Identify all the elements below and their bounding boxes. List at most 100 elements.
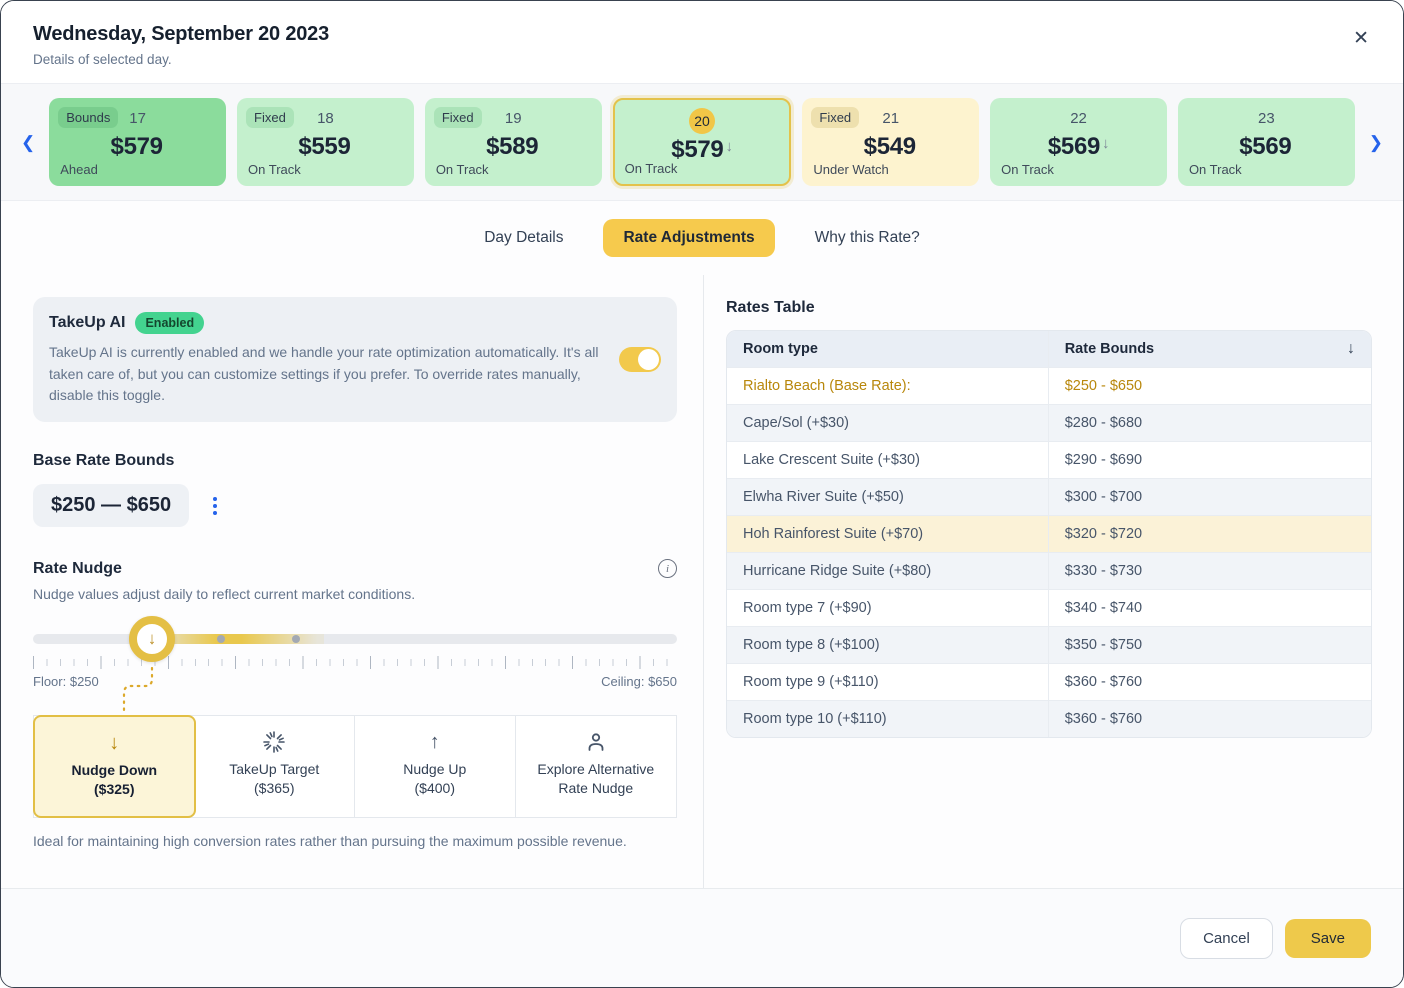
takeup-ai-description: TakeUp AI is currently enabled and we ha…: [49, 342, 605, 407]
day-card-19[interactable]: Fixed 19 $589 On Track: [425, 98, 602, 186]
table-row[interactable]: Cape/Sol (+$30) $280 - $680: [727, 404, 1371, 441]
close-icon[interactable]: ✕: [1345, 23, 1377, 54]
table-row[interactable]: Rialto Beach (Base Rate): $250 - $650: [727, 367, 1371, 404]
rate-bounds-cell: $290 - $690: [1048, 442, 1371, 478]
takeup-ai-panel: TakeUp AI Enabled TakeUp AI is currently…: [33, 297, 677, 422]
table-row[interactable]: Room type 8 (+$100) $350 - $750: [727, 626, 1371, 663]
ceiling-label: Ceiling: $650: [601, 674, 677, 689]
room-type-cell: Cape/Sol (+$30): [727, 405, 1048, 441]
option-label: Nudge Up: [363, 761, 507, 777]
day-price: $579: [60, 133, 215, 161]
rate-bounds-cell: $340 - $740: [1048, 590, 1371, 626]
day-card-18[interactable]: Fixed 18 $559 On Track: [237, 98, 414, 186]
rate-bounds-cell: $350 - $750: [1048, 627, 1371, 663]
status-badge: On Track: [625, 161, 678, 176]
modal-footer: Cancel Save: [1, 888, 1403, 987]
save-button[interactable]: Save: [1285, 919, 1371, 958]
room-type-cell: Rialto Beach (Base Rate):: [727, 368, 1048, 404]
day-card-23[interactable]: 23 $569 On Track: [1178, 98, 1355, 186]
price-value: $569: [1239, 133, 1291, 160]
trend-down-icon: ↓: [1102, 135, 1109, 152]
column-header-room-type[interactable]: Room type: [727, 331, 1048, 367]
toggle-knob: [638, 349, 659, 370]
tab-rate-adjustments[interactable]: Rate Adjustments: [603, 219, 774, 257]
arrow-up-icon: ↑: [363, 729, 507, 755]
rates-table-heading: Rates Table: [726, 299, 1372, 317]
room-type-cell: Room type 7 (+$90): [727, 590, 1048, 626]
table-row[interactable]: Room type 9 (+$110) $360 - $760: [727, 663, 1371, 700]
chevron-right-icon[interactable]: ❯: [1363, 128, 1389, 157]
person-icon: [524, 729, 669, 755]
day-card-21[interactable]: Fixed 21 $549 Under Watch: [802, 98, 979, 186]
option-label: TakeUp Target: [203, 761, 347, 777]
day-card-list: Bounds 17 $579 Ahead Fixed 18 $559 On Tr…: [49, 98, 1355, 186]
table-row[interactable]: Hurricane Ridge Suite (+$80) $330 - $730: [727, 552, 1371, 589]
option-label: Explore Alternative: [524, 761, 669, 777]
status-badge: On Track: [1189, 162, 1242, 177]
status-badge: On Track: [1001, 162, 1054, 177]
rate-nudge-subtitle: Nudge values adjust daily to reflect cur…: [33, 586, 677, 602]
rate-bounds-cell: $330 - $730: [1048, 553, 1371, 589]
nudge-up-button[interactable]: ↑ Nudge Up ($400): [355, 716, 516, 817]
room-type-cell: Hoh Rainforest Suite (+$70): [727, 516, 1048, 552]
table-row[interactable]: Lake Crescent Suite (+$30) $290 - $690: [727, 441, 1371, 478]
tab-why-this-rate[interactable]: Why this Rate?: [809, 219, 926, 257]
price-value: $569: [1048, 133, 1100, 160]
base-rate-bounds-section: Base Rate Bounds $250 — $650: [33, 452, 677, 527]
option-value: ($365): [203, 780, 347, 796]
room-type-cell: Room type 8 (+$100): [727, 627, 1048, 663]
nudge-caption: Ideal for maintaining high conversion ra…: [33, 833, 677, 849]
rates-table: Room type Rate Bounds ↓ Rialto Beach (Ba…: [726, 330, 1372, 738]
table-row[interactable]: Room type 7 (+$90) $340 - $740: [727, 589, 1371, 626]
table-row-highlighted[interactable]: Hoh Rainforest Suite (+$70) $320 - $720: [727, 515, 1371, 552]
chevron-left-icon[interactable]: ❮: [15, 128, 41, 157]
table-row[interactable]: Elwha River Suite (+$50) $300 - $700: [727, 478, 1371, 515]
nudge-down-button[interactable]: ↓ Nudge Down ($325): [33, 715, 196, 818]
column-header-rate-bounds[interactable]: Rate Bounds ↓: [1048, 331, 1371, 367]
status-badge: Under Watch: [813, 162, 888, 177]
room-type-cell: Lake Crescent Suite (+$30): [727, 442, 1048, 478]
option-value: ($325): [43, 781, 186, 797]
info-icon[interactable]: i: [658, 559, 677, 578]
sparkle-icon: [203, 729, 347, 755]
enabled-badge: Enabled: [135, 312, 204, 334]
table-header-row: Room type Rate Bounds ↓: [727, 331, 1371, 367]
room-type-cell: Room type 9 (+$110): [727, 664, 1048, 700]
table-row[interactable]: Room type 10 (+$110) $360 - $760: [727, 700, 1371, 737]
sort-arrow-down-icon[interactable]: ↓: [1347, 340, 1355, 358]
rate-bounds-cell: $300 - $700: [1048, 479, 1371, 515]
cancel-button[interactable]: Cancel: [1180, 918, 1273, 959]
modal-content: TakeUp AI Enabled TakeUp AI is currently…: [1, 275, 1403, 888]
day-price: $579↓: [625, 136, 780, 164]
takeup-ai-title: TakeUp AI: [49, 314, 125, 332]
day-details-modal: Wednesday, September 20 2023 Details of …: [0, 0, 1404, 988]
rate-bounds-cell: $320 - $720: [1048, 516, 1371, 552]
price-value: $549: [864, 133, 916, 160]
takeup-ai-info: TakeUp AI Enabled TakeUp AI is currently…: [49, 312, 605, 407]
explore-alternative-button[interactable]: Explore Alternative Rate Nudge: [516, 716, 677, 817]
tab-day-details[interactable]: Day Details: [478, 219, 569, 257]
slider-handle-arrow-down-icon[interactable]: ↓: [129, 616, 175, 662]
page-subtitle: Details of selected day.: [33, 52, 1371, 67]
day-card-17[interactable]: Bounds 17 $579 Ahead: [49, 98, 226, 186]
bounds-badge: Bounds: [58, 107, 118, 128]
rate-nudge-heading: Rate Nudge: [33, 560, 122, 578]
slider-track[interactable]: ↓: [33, 634, 677, 644]
tab-bar: Day Details Rate Adjustments Why this Ra…: [1, 201, 1403, 275]
slider-target-dot: [217, 635, 225, 643]
day-card-22[interactable]: 22 $569↓ On Track: [990, 98, 1167, 186]
day-price: $559: [248, 133, 403, 161]
page-title: Wednesday, September 20 2023: [33, 23, 1371, 46]
option-value: ($400): [363, 780, 507, 796]
takeup-ai-toggle[interactable]: [619, 347, 661, 372]
rate-bounds-cell: $360 - $760: [1048, 664, 1371, 700]
price-value: $589: [486, 133, 538, 160]
takeup-target-button[interactable]: TakeUp Target ($365): [195, 716, 356, 817]
day-card-20-selected[interactable]: 20 $579↓ On Track: [613, 98, 792, 186]
base-rate-bounds-value[interactable]: $250 — $650: [33, 484, 189, 527]
price-value: $579: [671, 136, 723, 163]
rate-nudge-section: Rate Nudge i Nudge values adjust daily t…: [33, 559, 677, 849]
base-rate-bounds-heading: Base Rate Bounds: [33, 452, 677, 470]
kebab-menu-icon[interactable]: [209, 493, 221, 519]
rate-nudge-slider: ↓ Floor: $250 Ceiling: $650: [33, 634, 677, 689]
